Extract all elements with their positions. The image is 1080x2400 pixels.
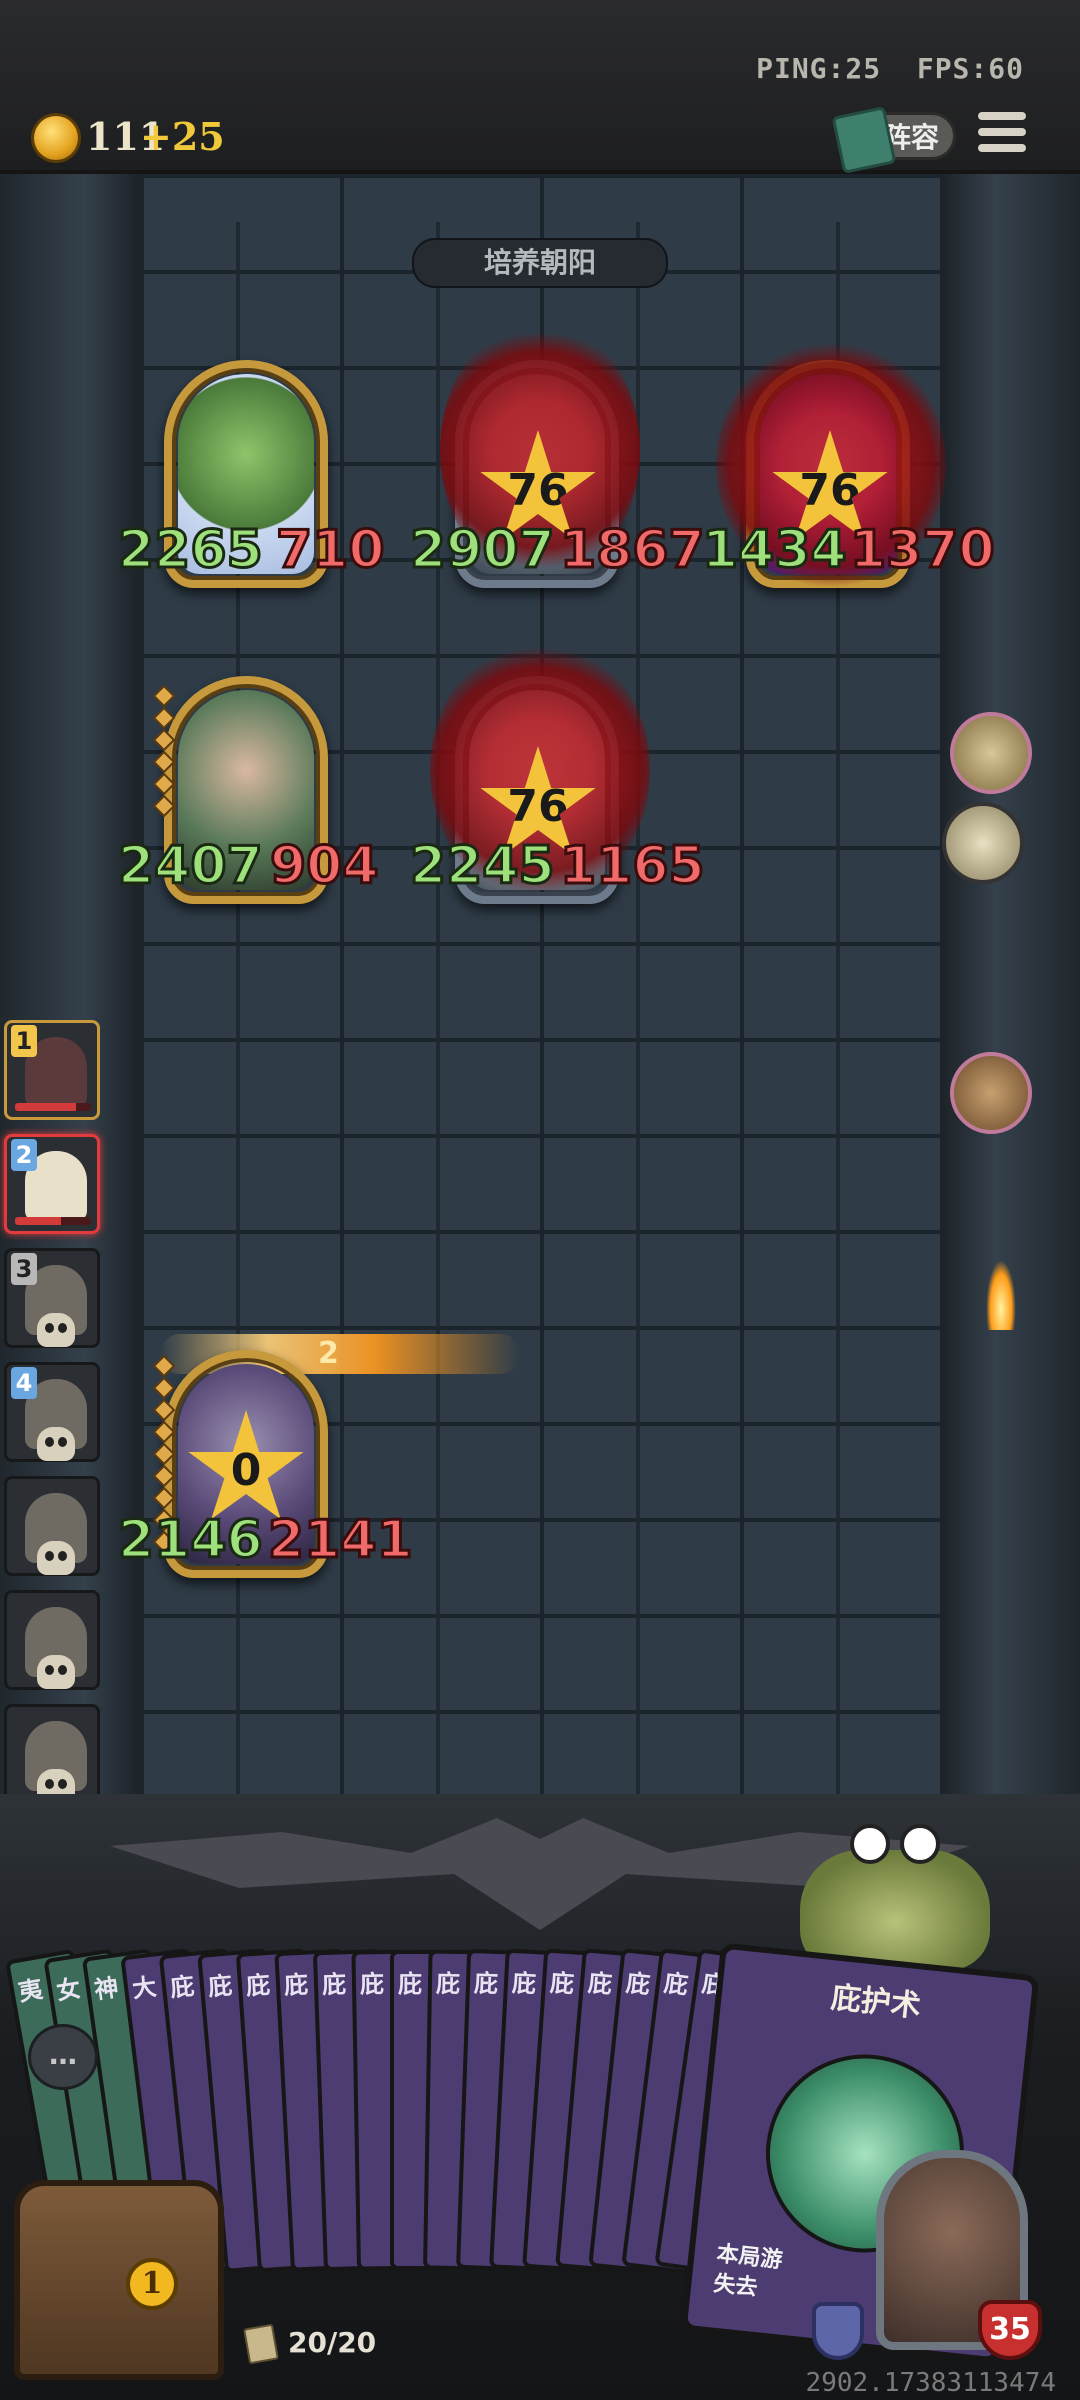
queue-number: 1 [11,1025,37,1057]
book-icon [831,106,897,174]
queue-number: 4 [11,1367,37,1399]
treasure-chest-button[interactable] [14,2180,224,2380]
attack-value: 2265 [117,519,265,582]
attack-value: 2245 [409,835,557,898]
featured-card-desc: 本局游 失去 [712,2240,784,2307]
health-value: 904 [269,835,381,898]
health-value: 2141 [267,1509,415,1572]
coin-gain: +25 [140,114,225,159]
hut-item-button[interactable] [950,712,1032,794]
torch-flame-icon [986,1260,1016,1330]
deck-icon [243,2323,279,2365]
attack-value: 2407 [117,835,265,898]
queue-slot-6[interactable] [4,1590,100,1690]
lineup-button[interactable]: 阵容 [831,106,956,174]
effect-counter: 2 [318,1336,339,1371]
queue-slot-5[interactable] [4,1476,100,1576]
skull-icon [37,1427,75,1461]
health-value: 1165 [559,835,707,898]
attack-value: 2146 [117,1509,265,1572]
top-bar: PING:25 FPS:60 111 +25 阵容 [0,0,1080,174]
health-value: 1370 [849,519,997,582]
health-value: 710 [275,519,387,582]
dumpling-item-button[interactable] [942,802,1024,884]
fps-text: FPS:60 [916,52,1024,85]
queue-slot-4[interactable]: 4 [4,1362,100,1462]
attack-value: 2907 [409,519,557,582]
queue-slot-2[interactable]: 2 [4,1134,100,1234]
featured-card-name: 庇护术 [829,1980,923,2025]
queue-slot-3[interactable]: 3 [4,1248,100,1348]
queue-hp-bar [15,1217,91,1225]
health-value: 1867 [559,519,707,582]
gramophone-item-button[interactable] [950,1052,1032,1134]
queue-slot-1[interactable]: 1 [4,1020,100,1120]
session-id: 2902.17383113474 [805,2368,1056,2398]
queue-number: 2 [11,1139,37,1171]
skull-icon [37,1655,75,1689]
queue-hp-bar [15,1103,91,1111]
queue-number: 3 [11,1253,37,1285]
deck-count: 20/20 [288,2326,377,2359]
deck-counter: 20/20 [243,2323,377,2365]
chat-bubble-icon[interactable]: … [28,2024,98,2090]
attack-value: 1434 [701,519,849,582]
board-title: 培养朝阳 [412,238,668,288]
armor-pips [155,687,173,822]
skull-icon [37,1313,75,1347]
chest-badge: 1 [126,2258,178,2310]
ping-text: PING:25 [756,52,882,85]
network-stats: PING:25 FPS:60 [756,52,1024,85]
skull-icon [37,1541,75,1575]
hamburger-menu-icon[interactable] [978,112,1026,156]
right-pillar [940,174,1080,1794]
queue-slot-7[interactable] [4,1704,100,1804]
crown-coin-icon [34,116,78,160]
shield-icon[interactable] [812,2302,864,2360]
